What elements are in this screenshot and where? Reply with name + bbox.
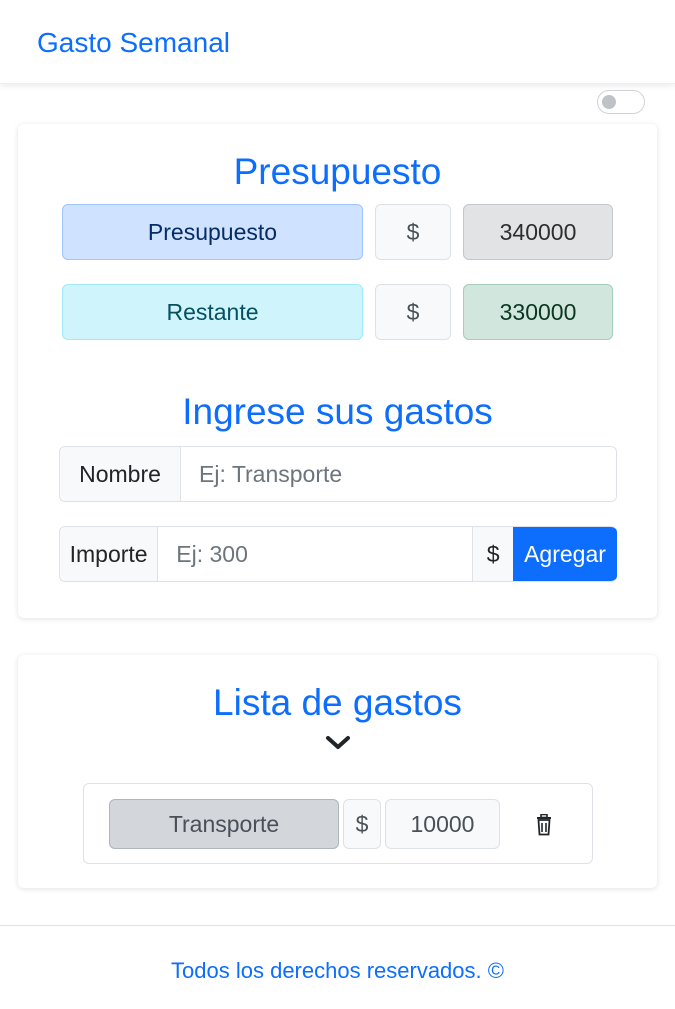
footer: Todos los derechos reservados. © [0,925,675,1009]
budget-currency: $ [375,204,451,260]
add-expense-button[interactable]: Agregar [513,527,617,581]
expenses-title: Lista de gastos [213,682,462,723]
footer-text: Todos los derechos reservados. © [171,958,504,983]
navbar: Gasto Semanal [0,0,675,84]
remaining-label: Restante [62,284,363,340]
expense-amount: 10000 [385,799,500,849]
remaining-value: 330000 [463,284,613,340]
budget-title: Presupuesto [233,151,442,192]
expenses-card: Lista de gastos Transporte $ 10000 [18,655,657,888]
form-title: Ingrese sus gastos [182,391,493,432]
amount-input-group: Importe $ Agregar [59,526,617,582]
expense-name: Transporte [109,799,339,849]
remaining-currency: $ [375,284,451,340]
amount-input[interactable] [158,527,473,581]
amount-label: Importe [60,527,159,581]
expense-currency: $ [343,799,381,849]
chevron-down-icon[interactable] [325,735,351,751]
trash-icon[interactable] [534,813,554,836]
theme-toggle[interactable] [597,90,645,114]
list-item: Transporte $ 10000 [83,783,593,864]
name-input[interactable] [181,447,616,501]
name-label: Nombre [60,447,181,501]
budget-card: Presupuesto Presupuesto $ 340000 Restant… [18,124,657,618]
brand-link[interactable]: Gasto Semanal [37,26,230,60]
name-input-group: Nombre [59,446,617,502]
budget-value: 340000 [463,204,613,260]
budget-label: Presupuesto [62,204,363,260]
toggle-knob [602,95,616,109]
amount-currency: $ [472,527,513,581]
